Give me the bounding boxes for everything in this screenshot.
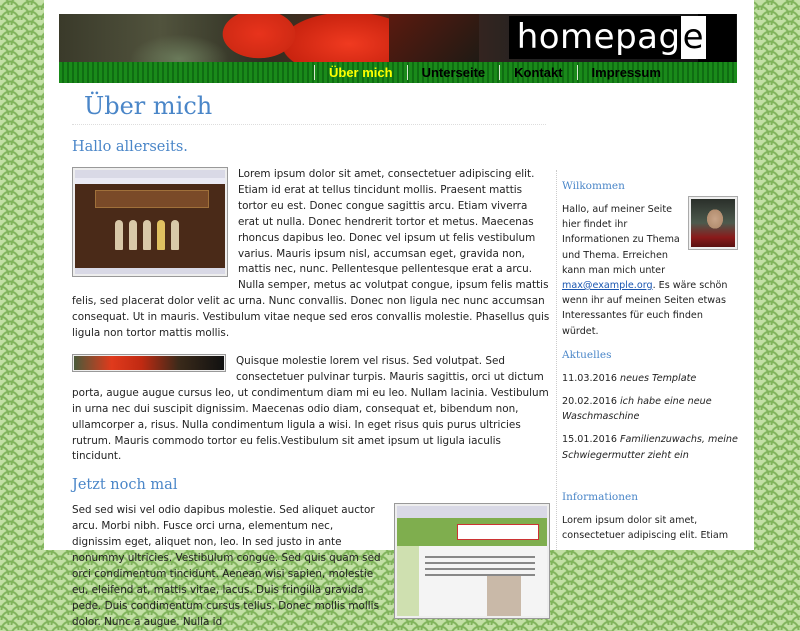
news-item: 11.03.2016 neues Template <box>562 371 740 386</box>
nav-item-ueber-mich[interactable]: Über mich <box>314 65 407 80</box>
nav-item-impressum[interactable]: Impressum <box>576 65 675 80</box>
news-date: 15.01.2016 <box>562 434 617 446</box>
news-list: 11.03.2016 neues Template 20.02.2016 ich… <box>562 371 740 463</box>
sidebar: Wilkommen Hallo, auf meiner Seite hier f… <box>556 170 740 550</box>
screenshot-thumbnail-1[interactable] <box>72 167 228 277</box>
main-navigation: Über mich Unterseite Kontakt Impressum <box>59 62 737 83</box>
news-item: 20.02.2016 ich habe eine neue Waschmasch… <box>562 394 740 424</box>
sidebar-heading-news: Aktuelles <box>562 348 612 361</box>
nav-item-unterseite[interactable]: Unterseite <box>406 65 500 80</box>
page-container: homepage Über mich Unterseite Kontakt Im… <box>44 0 754 628</box>
email-link[interactable]: max@example.org <box>562 280 653 291</box>
page-title: Über mich <box>72 92 546 125</box>
news-text: neues Template <box>620 372 697 384</box>
banner-thumbnail[interactable] <box>72 353 226 372</box>
info-text: Lorem ipsum dolor sit amet, consectetuer… <box>562 514 729 542</box>
section-heading-jetzt-noch-mal: Jetzt noch mal <box>72 477 178 494</box>
sidebar-heading-welcome: Wilkommen <box>562 180 625 192</box>
site-title[interactable]: homepage <box>508 16 714 59</box>
welcome-text-intro: Hallo, auf meiner Seite hier findet ihr … <box>562 204 680 276</box>
site-title-text: homepag <box>516 17 681 57</box>
nav-item-kontakt[interactable]: Kontakt <box>499 65 576 80</box>
sidebar-heading-info: Informationen <box>562 490 638 503</box>
banner-decoration <box>389 14 479 62</box>
section-heading-hallo: Hallo allerseits. <box>72 139 188 155</box>
news-date: 11.03.2016 <box>562 372 617 384</box>
screenshot-thumbnail-2[interactable] <box>394 503 550 620</box>
news-item: 15.01.2016 Familienzuwachs, meine Schwie… <box>562 432 740 462</box>
avatar <box>688 196 738 250</box>
news-date: 20.02.2016 <box>562 396 617 408</box>
site-title-last-letter: e <box>680 16 706 59</box>
